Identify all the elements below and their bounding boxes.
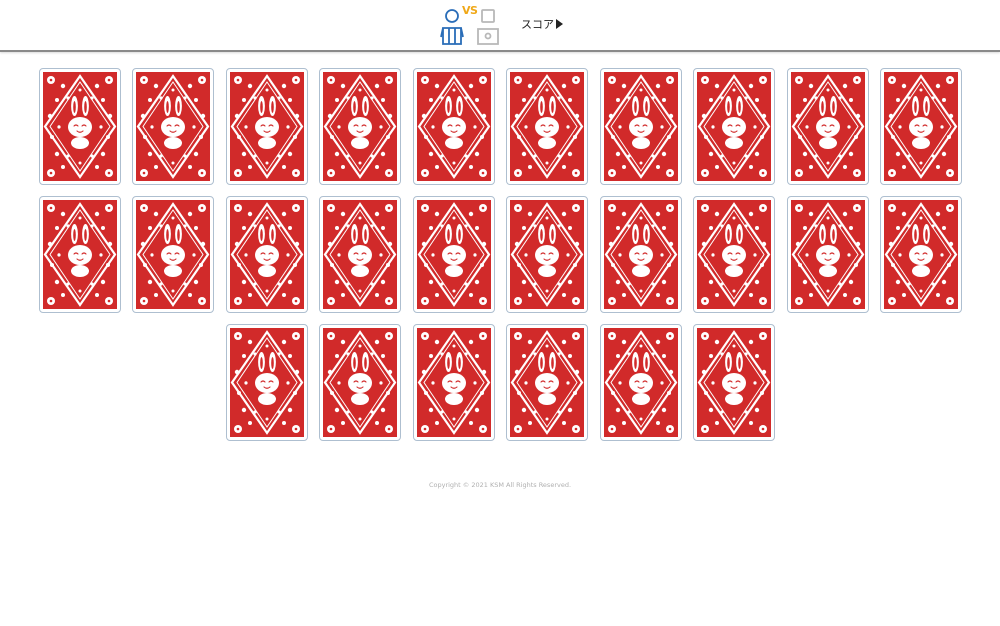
rabbit-card-back-icon <box>43 72 117 181</box>
rabbit-card-back-icon <box>43 200 117 309</box>
face-down-card[interactable] <box>600 196 682 313</box>
face-down-card[interactable] <box>506 68 588 185</box>
rabbit-card-back-icon <box>510 328 584 437</box>
face-down-card[interactable] <box>693 324 775 441</box>
rabbit-card-back-icon <box>230 72 304 181</box>
face-down-card[interactable] <box>132 68 214 185</box>
face-down-card[interactable] <box>880 68 962 185</box>
face-down-card[interactable] <box>506 324 588 441</box>
rabbit-card-back-icon <box>604 72 678 181</box>
rabbit-card-back-icon <box>417 72 491 181</box>
face-down-card[interactable] <box>226 324 308 441</box>
face-down-card[interactable] <box>506 196 588 313</box>
copyright-text: Copyright © 2021 KSM All Rights Reserved… <box>428 481 572 489</box>
face-down-card[interactable] <box>413 196 495 313</box>
face-down-card[interactable] <box>319 324 401 441</box>
rabbit-card-back-icon <box>791 72 865 181</box>
rabbit-card-back-icon <box>323 328 397 437</box>
face-down-card[interactable] <box>413 324 495 441</box>
rabbit-card-back-icon <box>604 200 678 309</box>
face-down-card[interactable] <box>787 68 869 185</box>
rabbit-card-back-icon <box>230 200 304 309</box>
rabbit-card-back-icon <box>230 328 304 437</box>
rabbit-card-back-icon <box>323 200 397 309</box>
face-down-card[interactable] <box>226 196 308 313</box>
rabbit-card-back-icon <box>510 72 584 181</box>
face-down-card[interactable] <box>39 68 121 185</box>
face-down-card[interactable] <box>693 68 775 185</box>
rabbit-card-back-icon <box>323 72 397 181</box>
rabbit-card-back-icon <box>510 200 584 309</box>
rabbit-card-back-icon <box>136 200 210 309</box>
face-down-card[interactable] <box>319 68 401 185</box>
face-down-card[interactable] <box>880 196 962 313</box>
rabbit-card-back-icon <box>417 200 491 309</box>
rabbit-card-back-icon <box>884 200 958 309</box>
face-down-card[interactable] <box>226 68 308 185</box>
rabbit-card-back-icon <box>791 200 865 309</box>
face-down-card[interactable] <box>693 196 775 313</box>
rabbit-card-back-icon <box>697 200 771 309</box>
rabbit-card-back-icon <box>697 72 771 181</box>
rabbit-card-back-icon <box>136 72 210 181</box>
face-down-card[interactable] <box>39 196 121 313</box>
rabbit-card-back-icon <box>884 72 958 181</box>
face-down-card[interactable] <box>787 196 869 313</box>
face-down-card[interactable] <box>600 324 682 441</box>
face-down-card[interactable] <box>413 68 495 185</box>
face-down-card[interactable] <box>319 196 401 313</box>
rabbit-card-back-icon <box>604 328 678 437</box>
face-down-card[interactable] <box>132 196 214 313</box>
rabbit-card-back-icon <box>417 328 491 437</box>
card-board <box>0 0 1000 626</box>
face-down-card[interactable] <box>600 68 682 185</box>
rabbit-card-back-icon <box>697 328 771 437</box>
